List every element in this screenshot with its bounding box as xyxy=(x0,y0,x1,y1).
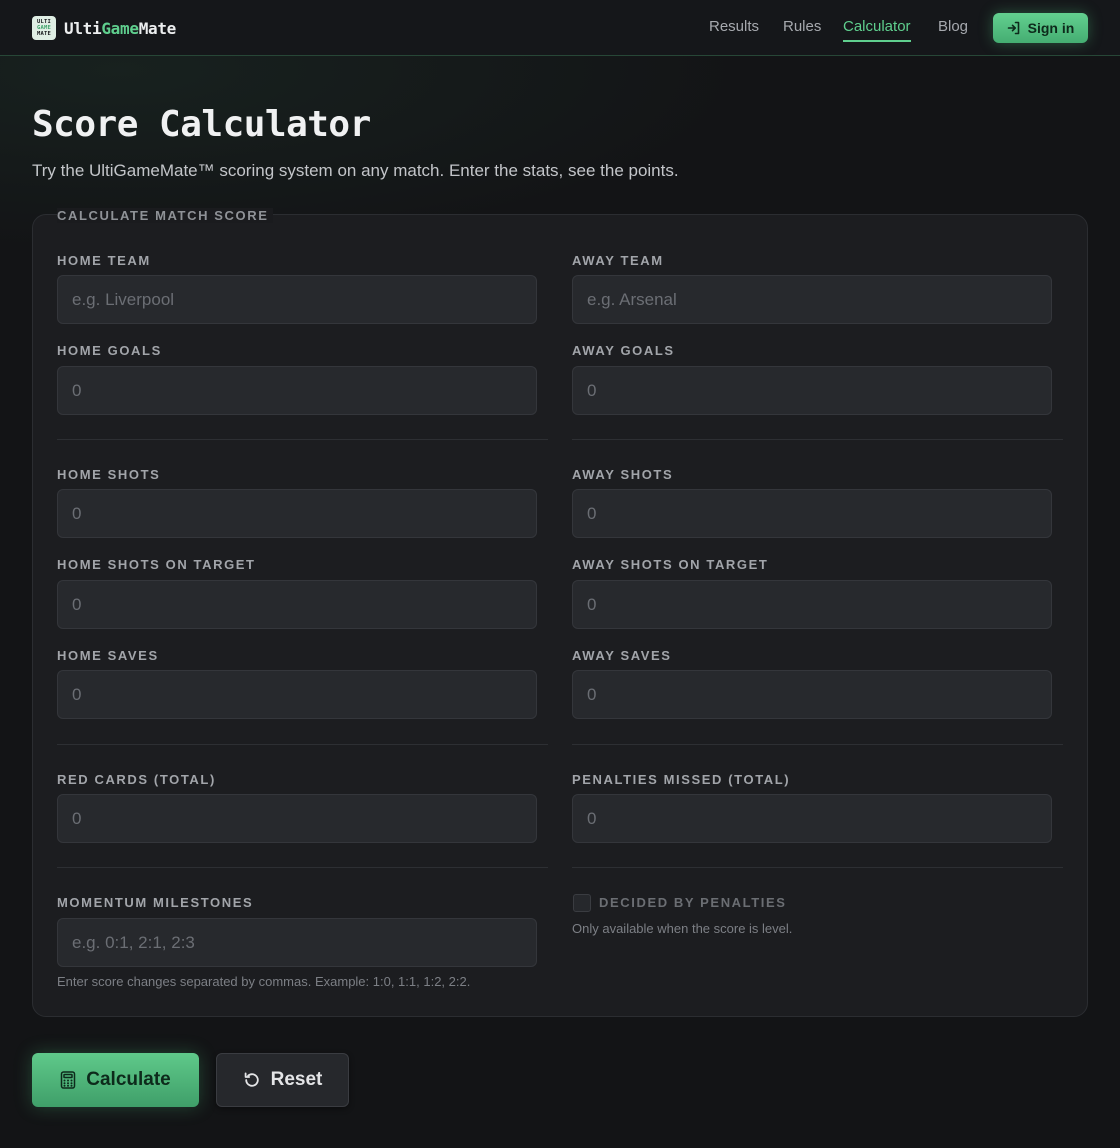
sign-in-icon xyxy=(1007,21,1021,35)
reset-button[interactable]: Reset xyxy=(216,1053,349,1107)
away-team-label: AWAY TEAM xyxy=(572,253,664,268)
section-divider xyxy=(572,744,1063,745)
sign-in-label: Sign in xyxy=(1027,20,1075,36)
home-shots-label: HOME SHOTS xyxy=(57,467,161,482)
momentum-milestones-hint: Enter score changes separated by commas.… xyxy=(57,974,471,989)
sign-in-button[interactable]: Sign in xyxy=(993,13,1088,43)
red-cards-input[interactable] xyxy=(57,794,537,843)
home-shots-on-target-input[interactable] xyxy=(57,580,537,629)
section-divider xyxy=(572,439,1063,440)
decided-by-penalties-hint: Only available when the score is level. xyxy=(572,921,793,936)
section-divider xyxy=(57,744,548,745)
calculator-icon xyxy=(60,1071,76,1089)
home-shots-input[interactable] xyxy=(57,489,537,538)
match-score-form: CALCULATE MATCH SCORE HOME TEAM AWAY TEA… xyxy=(32,208,1088,1017)
decided-by-penalties-label[interactable]: DECIDED BY PENALTIES xyxy=(599,895,787,910)
home-team-input[interactable] xyxy=(57,275,537,324)
home-team-label: HOME TEAM xyxy=(57,253,151,268)
away-team-input[interactable] xyxy=(572,275,1052,324)
nav-link-blog[interactable]: Blog xyxy=(938,18,968,35)
form-legend: CALCULATE MATCH SCORE xyxy=(57,208,273,223)
section-divider xyxy=(572,867,1063,868)
home-saves-label: HOME SAVES xyxy=(57,648,159,663)
section-divider xyxy=(57,867,548,868)
red-cards-label: RED CARDS (TOTAL) xyxy=(57,772,216,787)
top-navigation-bar: ULTI GAME MATE UltiGameMate Results Rule… xyxy=(0,0,1120,56)
decided-by-penalties-checkbox[interactable] xyxy=(573,894,591,912)
nav-link-results[interactable]: Results xyxy=(709,18,759,35)
nav-link-calculator[interactable]: Calculator xyxy=(843,18,911,42)
away-shots-on-target-input[interactable] xyxy=(572,580,1052,629)
home-saves-input[interactable] xyxy=(57,670,537,719)
home-goals-label: HOME GOALS xyxy=(57,343,162,358)
penalties-missed-input[interactable] xyxy=(572,794,1052,843)
home-shots-on-target-label: HOME SHOTS ON TARGET xyxy=(57,557,256,572)
away-shots-label: AWAY SHOTS xyxy=(572,467,674,482)
away-goals-label: AWAY GOALS xyxy=(572,343,675,358)
calculate-button[interactable]: Calculate xyxy=(32,1053,199,1107)
away-saves-input[interactable] xyxy=(572,670,1052,719)
reset-label: Reset xyxy=(270,1069,323,1090)
page-title: Score Calculator xyxy=(32,104,371,145)
away-saves-label: AWAY SAVES xyxy=(572,648,672,663)
calculate-label: Calculate xyxy=(86,1069,171,1090)
home-goals-input[interactable] xyxy=(57,366,537,415)
reset-icon xyxy=(243,1071,261,1089)
momentum-milestones-label: MOMENTUM MILESTONES xyxy=(57,895,254,910)
nav-link-rules[interactable]: Rules xyxy=(783,18,821,35)
main-nav: Results Rules Calculator Blog xyxy=(0,0,1120,56)
penalties-missed-label: PENALTIES MISSED (TOTAL) xyxy=(572,772,791,787)
away-shots-on-target-label: AWAY SHOTS ON TARGET xyxy=(572,557,769,572)
away-shots-input[interactable] xyxy=(572,489,1052,538)
section-divider xyxy=(57,439,548,440)
away-goals-input[interactable] xyxy=(572,366,1052,415)
page-subtitle: Try the UltiGameMate™ scoring system on … xyxy=(32,161,679,180)
momentum-milestones-input[interactable] xyxy=(57,918,537,967)
